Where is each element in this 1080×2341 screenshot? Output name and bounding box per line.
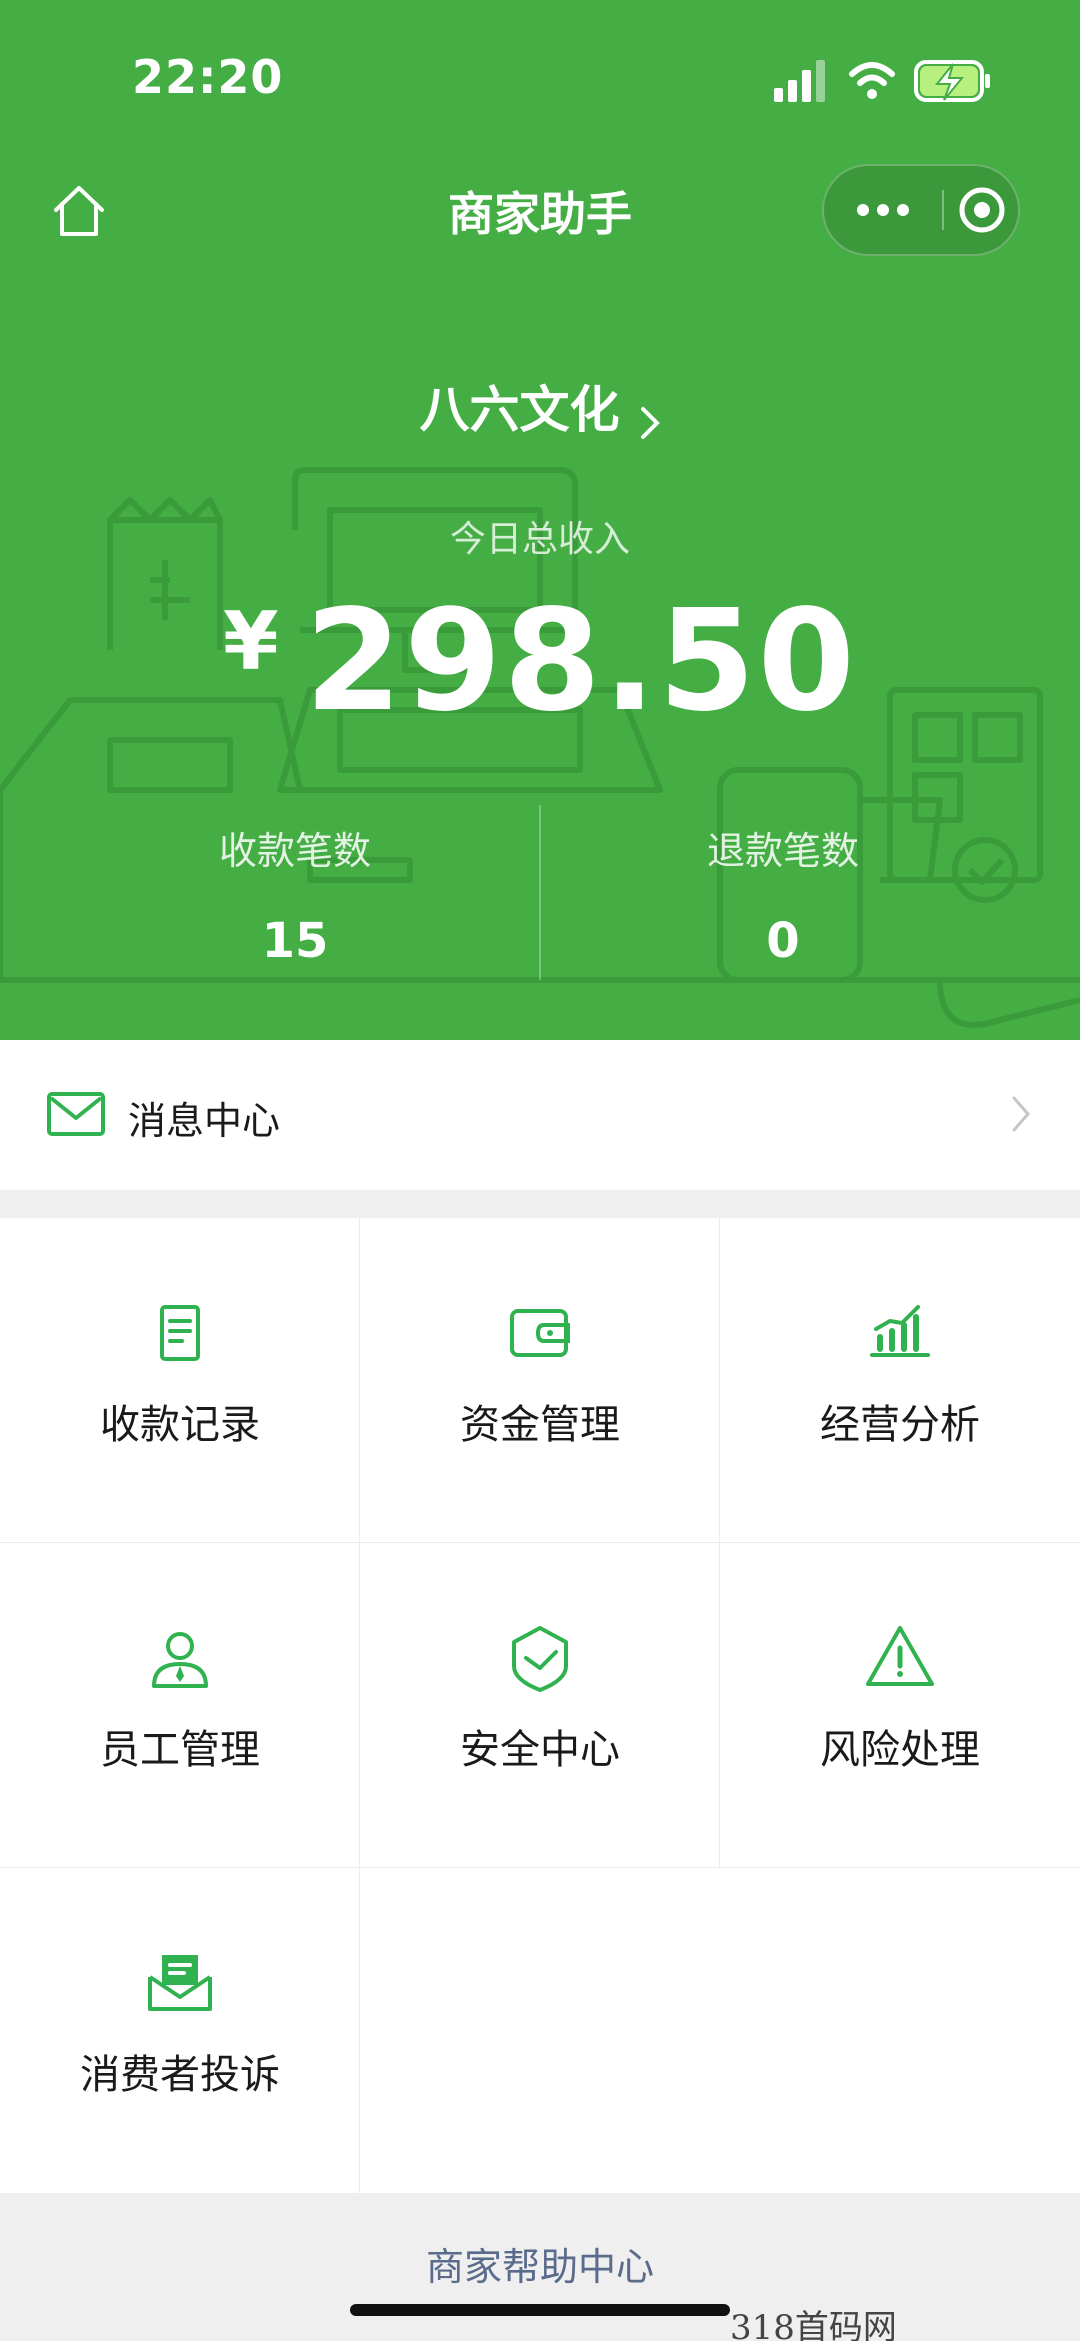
merchant-selector[interactable]: 八六文化 bbox=[0, 370, 1080, 442]
refunds-value: 0 bbox=[766, 913, 800, 969]
staff-icon bbox=[152, 1632, 208, 1688]
chevron-right-icon bbox=[640, 406, 660, 439]
grid-item-staff[interactable]: 员工管理 bbox=[0, 1543, 360, 1868]
capsule-divider bbox=[942, 190, 944, 230]
stat-divider bbox=[539, 805, 541, 980]
miniapp-capsule bbox=[822, 164, 1020, 256]
signal-icon bbox=[774, 60, 825, 102]
amount-value: 298.50 bbox=[304, 580, 857, 743]
refunds-label: 退款笔数 bbox=[706, 829, 859, 873]
wallet-icon bbox=[510, 1309, 570, 1357]
grid-item-label: 员工管理 bbox=[100, 1727, 260, 1773]
receipts-label: 收款笔数 bbox=[218, 829, 371, 873]
page-title: 商家助手 bbox=[448, 187, 632, 241]
grid-item-receipts[interactable]: 收款记录 bbox=[0, 1218, 360, 1543]
more-dots-icon bbox=[857, 204, 869, 216]
wifi-icon bbox=[849, 62, 895, 86]
bar-chart-icon bbox=[870, 1305, 930, 1357]
merchant-name: 八六文化 bbox=[419, 381, 620, 439]
grid-item-label: 安全中心 bbox=[460, 1727, 620, 1773]
receipts-stat[interactable]: 收款笔数 15 bbox=[145, 820, 445, 969]
grid-item-label: 风险处理 bbox=[820, 1727, 980, 1773]
status-icons bbox=[774, 60, 990, 102]
warning-icon bbox=[866, 1626, 934, 1686]
mail-icon bbox=[47, 1092, 105, 1136]
grid-item-label: 收款记录 bbox=[100, 1402, 260, 1448]
refunds-stat[interactable]: 退款笔数 0 bbox=[633, 820, 933, 969]
income-amount[interactable]: ¥298.50 bbox=[0, 580, 1080, 743]
status-bar: 22:20 bbox=[0, 0, 1080, 150]
grid-item-risk[interactable]: 风险处理 bbox=[720, 1543, 1080, 1868]
more-button[interactable] bbox=[824, 166, 942, 254]
grid-item-analytics[interactable]: 经营分析 bbox=[720, 1218, 1080, 1543]
home-button[interactable] bbox=[44, 176, 114, 246]
message-center-label: 消息中心 bbox=[128, 1099, 281, 1143]
message-center-row[interactable]: 消息中心 bbox=[0, 1040, 1080, 1190]
grid-item-security[interactable]: 安全中心 bbox=[360, 1543, 720, 1868]
watermark: 318首码网 www.e318.com bbox=[730, 2308, 897, 2341]
status-time: 22:20 bbox=[132, 50, 284, 104]
complaint-mail-icon bbox=[148, 1955, 212, 2011]
income-label: 今日总收入 bbox=[449, 519, 630, 560]
feature-grid: 收款记录 资金管理 经营分析 员工管理 安全中心 风险处理 消费者投诉 bbox=[0, 1218, 1080, 2193]
battery-icon bbox=[914, 60, 990, 102]
currency-symbol: ¥ bbox=[223, 595, 279, 688]
help-center-link[interactable]: 商家帮助中心 bbox=[0, 2236, 1080, 2291]
grid-item-funds[interactable]: 资金管理 bbox=[360, 1218, 720, 1543]
receipt-icon bbox=[160, 1305, 200, 1361]
home-indicator bbox=[350, 2304, 730, 2316]
home-icon bbox=[54, 186, 104, 236]
grid-item-label: 经营分析 bbox=[820, 1402, 980, 1448]
chevron-right-icon bbox=[1012, 1096, 1030, 1132]
header-banner: 22:20 商家助手 八六文化 今日总收入 ¥ 298.50 收款笔数 15 退… bbox=[0, 0, 1080, 1040]
grid-item-label: 消费者投诉 bbox=[80, 2052, 280, 2098]
shield-icon bbox=[512, 1626, 568, 1692]
grid-item-label: 资金管理 bbox=[460, 1402, 620, 1448]
receipts-value: 15 bbox=[261, 913, 329, 969]
grid-item-complaints[interactable]: 消费者投诉 bbox=[0, 1868, 360, 2193]
close-miniapp-button[interactable] bbox=[958, 186, 1006, 234]
